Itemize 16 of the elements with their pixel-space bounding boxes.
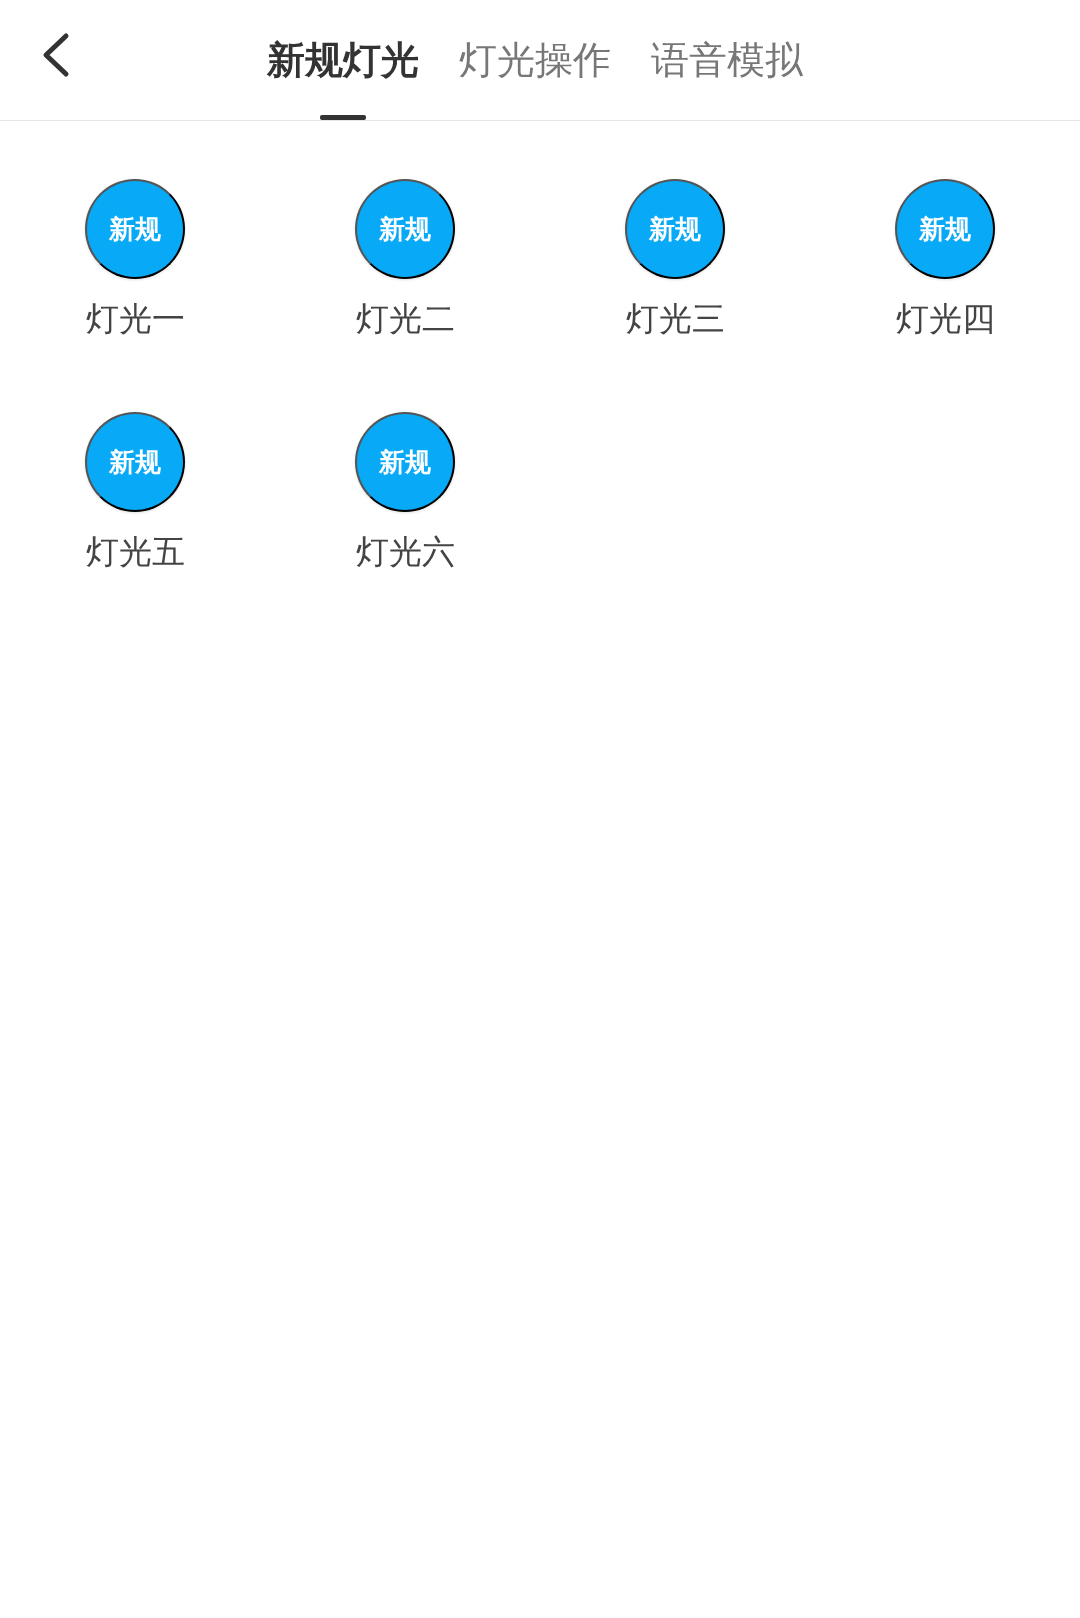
light-label: 灯光五 xyxy=(85,531,185,573)
light-badge[interactable]: 新规 xyxy=(85,179,185,279)
tab[interactable]: 语音模拟 xyxy=(651,0,803,120)
light-label: 灯光三 xyxy=(625,298,725,340)
light-badge[interactable]: 新规 xyxy=(355,179,455,279)
light-badge[interactable]: 新规 xyxy=(895,179,995,279)
light-label: 灯光四 xyxy=(895,298,995,340)
light-badge[interactable]: 新规 xyxy=(355,412,455,512)
tab[interactable]: 灯光操作 xyxy=(459,0,611,120)
tab[interactable]: 新规灯光 xyxy=(267,0,419,120)
light-badge[interactable]: 新规 xyxy=(85,412,185,512)
light-label: 灯光一 xyxy=(85,298,185,340)
light-badge[interactable]: 新规 xyxy=(625,179,725,279)
light-label: 灯光二 xyxy=(355,298,455,340)
tab-indicator xyxy=(320,115,366,120)
light-label: 灯光六 xyxy=(355,531,455,573)
